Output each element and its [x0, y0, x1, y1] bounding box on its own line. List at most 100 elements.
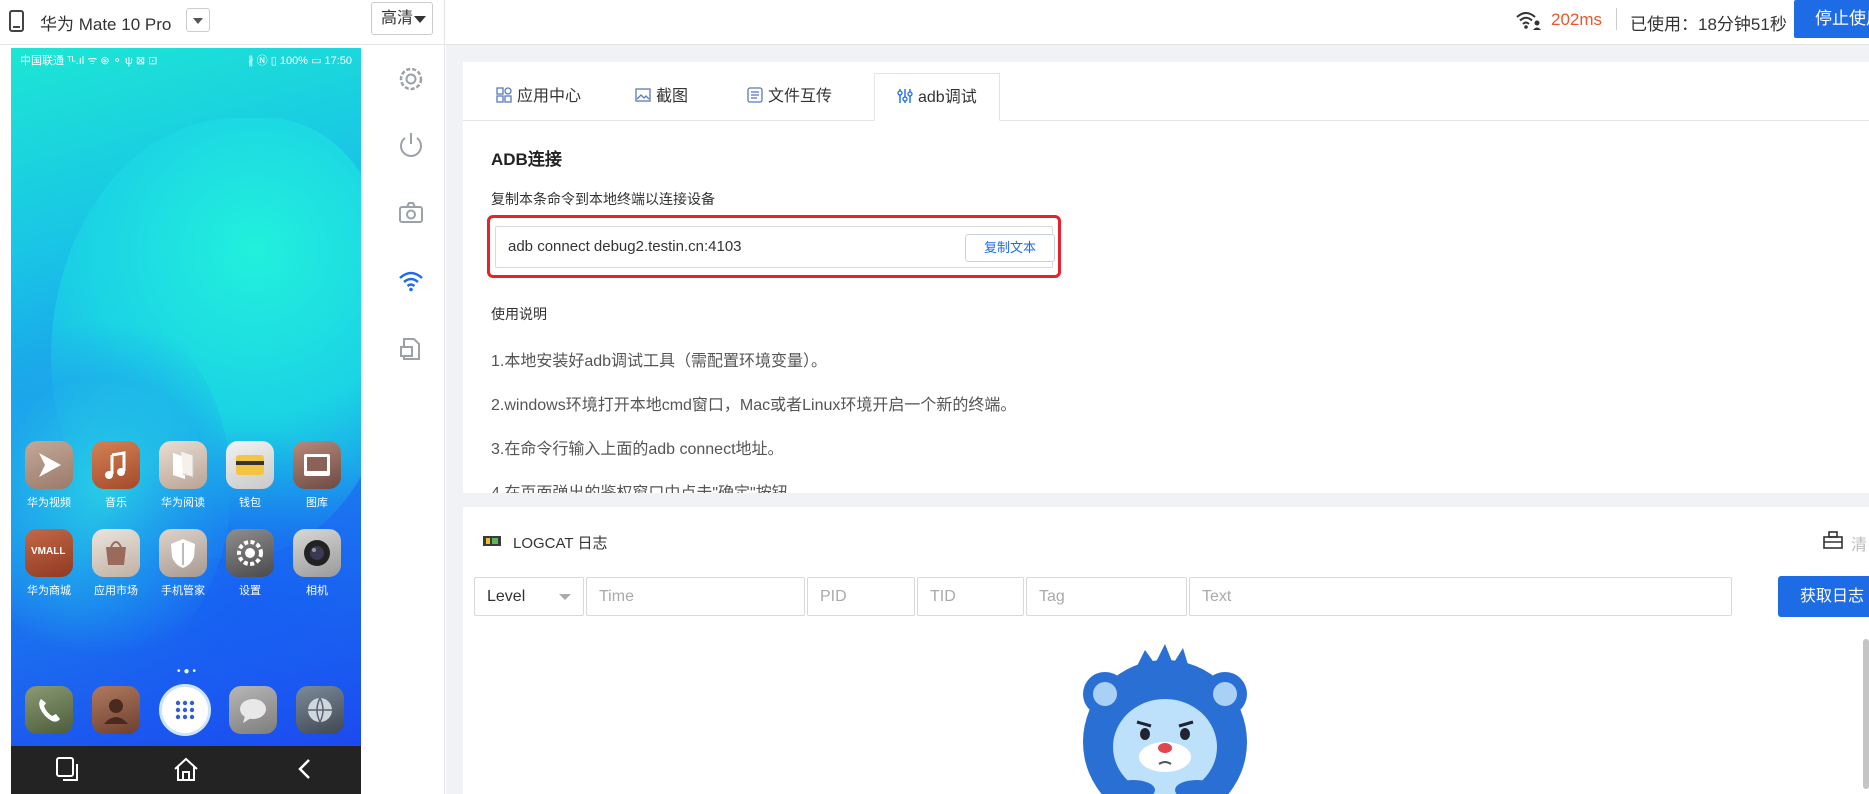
camera-icon[interactable]	[397, 199, 425, 227]
status-battery-time: ∦ Ⓝ ▯ 100% ▭ 17:50	[248, 55, 352, 67]
pid-filter-input[interactable]: PID	[807, 577, 915, 616]
device-screen[interactable]: 中国联通 ᵀᴸ.ıl ᯤ ⊛ ⚬ ψ ⊠ ⊡ ∦ Ⓝ ▯ 100% ▭ 17:5…	[11, 48, 361, 794]
tab-adb-debug[interactable]: adb调试	[874, 73, 1000, 121]
shield-icon	[159, 529, 207, 577]
tab-label: 截图	[656, 88, 689, 105]
adb-command-field[interactable]: adb connect debug2.testin.cn:4103 复制文本	[495, 226, 1055, 268]
apps-grid-icon	[496, 87, 512, 103]
vmall-logo-icon: VMALL	[25, 529, 73, 577]
usage-time: 已使用：18分钟51秒	[1630, 15, 1787, 34]
app-wallet[interactable]: 钱包	[216, 441, 284, 510]
messages-icon[interactable]	[229, 686, 277, 734]
app-label: 华为商城	[27, 585, 71, 597]
tab-label: 应用中心	[517, 88, 582, 105]
usage-step: 3.在命令行输入上面的adb connect地址。	[491, 441, 784, 458]
clear-log-button[interactable]: 清	[1851, 531, 1867, 555]
tab-app-center[interactable]: 应用中心	[496, 73, 581, 121]
app-vmall[interactable]: VMALL 华为商城	[15, 529, 83, 598]
connect-hint: 复制本条命令到本地终端以连接设备	[491, 191, 715, 207]
logcat-panel: LOGCAT 日志 清 Level Time PID TID Tag Text …	[463, 507, 1869, 794]
usage-step: 2.windows环境打开本地cmd窗口，Mac或者Linux环境开启一个新的终…	[491, 397, 1017, 414]
vmall-logo-text: VMALL	[31, 546, 66, 557]
adb-command-text: adb connect debug2.testin.cn:4103	[508, 238, 742, 255]
tag-filter-input[interactable]: Tag	[1026, 577, 1187, 616]
app-phone-manager[interactable]: 手机管家	[149, 529, 217, 598]
recent-apps-icon[interactable]	[55, 756, 81, 782]
settings-gear-icon[interactable]	[397, 65, 425, 93]
app-label: 相机	[306, 585, 328, 597]
quality-select[interactable]: 高清	[371, 2, 433, 35]
usage-step: 1.本地安装好adb调试工具（需配置环境变量）。	[491, 353, 828, 370]
section-title: ADB连接	[491, 150, 562, 169]
usage-step: 4.在页面弹出的鉴权窗口中点击"确定"按钮。	[491, 479, 804, 493]
app-settings[interactable]: 设置	[216, 529, 284, 598]
app-label: 华为阅读	[161, 497, 205, 509]
back-icon[interactable]	[295, 757, 315, 781]
page-indicator: •●•	[177, 666, 200, 677]
level-select[interactable]: Level	[474, 577, 584, 616]
gallery-photo-icon	[293, 441, 341, 489]
log-terminal-icon	[483, 536, 501, 546]
app-drawer-icon[interactable]	[159, 684, 211, 736]
phone-call-icon[interactable]	[25, 686, 73, 734]
divider	[1616, 8, 1617, 30]
gear-icon	[226, 529, 274, 577]
phone-status-bar: 中国联通 ᵀᴸ.ıl ᯤ ⊛ ⚬ ψ ⊠ ⊡ ∦ Ⓝ ▯ 100% ▭ 17:5…	[11, 48, 361, 68]
app-gallery[interactable]: 图库	[283, 441, 351, 510]
app-label: 华为视频	[27, 497, 71, 509]
app-label: 设置	[239, 585, 261, 597]
logcat-title: LOGCAT 日志	[513, 535, 608, 552]
text-filter-input[interactable]: Text	[1189, 577, 1732, 616]
power-icon[interactable]	[397, 131, 425, 159]
app-label: 应用市场	[94, 585, 138, 597]
app-label: 音乐	[105, 497, 127, 509]
wallet-card-icon	[226, 441, 274, 489]
status-carrier: 中国联通 ᵀᴸ.ıl ᯤ ⊛ ⚬ ψ ⊠ ⊡	[20, 55, 158, 67]
device-dropdown-button[interactable]	[186, 8, 210, 32]
contacts-icon[interactable]	[92, 686, 140, 734]
wifi-icon[interactable]	[397, 267, 425, 295]
app-label: 钱包	[239, 497, 261, 509]
export-box-icon[interactable]	[1823, 531, 1843, 549]
remote-control-bar	[11, 746, 361, 794]
app-huawei-reader[interactable]: 华为阅读	[149, 441, 217, 510]
app-label: 手机管家	[161, 585, 205, 597]
usage-heading: 使用说明	[491, 306, 547, 322]
app-dock	[11, 680, 361, 740]
divider	[444, 0, 445, 45]
shopping-bag-icon	[92, 529, 140, 577]
device-toolbar	[375, 45, 445, 794]
browser-globe-icon[interactable]	[296, 686, 344, 734]
app-label: 图库	[306, 497, 328, 509]
home-icon[interactable]	[172, 756, 200, 782]
tab-screenshot[interactable]: 截图	[635, 73, 688, 121]
app-app-market[interactable]: 应用市场	[82, 529, 150, 598]
lion-mascot-illustration	[1083, 644, 1247, 794]
copy-text-button[interactable]: 复制文本	[965, 234, 1055, 262]
camera-lens-icon	[293, 529, 341, 577]
get-log-button[interactable]: 获取日志	[1778, 576, 1869, 617]
tool-tabs: 应用中心 截图 文件互传 adb调试	[463, 73, 1869, 121]
log-scrollbar[interactable]	[1863, 639, 1869, 789]
app-huawei-video[interactable]: 华为视频	[15, 441, 83, 510]
stop-usage-button[interactable]: 停止使用	[1794, 0, 1869, 38]
app-camera[interactable]: 相机	[283, 529, 351, 598]
sliders-icon	[897, 89, 913, 103]
time-filter-input[interactable]: Time	[586, 577, 805, 616]
image-icon	[635, 88, 651, 102]
tab-label: adb调试	[918, 89, 977, 106]
book-pages-icon	[159, 441, 207, 489]
network-signal-icon	[1516, 12, 1541, 30]
music-note-icon	[92, 441, 140, 489]
top-bar: 华为 Mate 10 Pro 高清 202ms 已使用：18分钟51秒 停止使用	[0, 0, 1869, 45]
tab-file-transfer[interactable]: 文件互传	[747, 73, 832, 121]
app-music[interactable]: 音乐	[82, 441, 150, 510]
device-name: 华为 Mate 10 Pro	[40, 15, 172, 34]
tid-filter-input[interactable]: TID	[917, 577, 1024, 616]
tools-panel: 应用中心 截图 文件互传 adb调试 ADB连接 复制本条命令到本地终端以连接设…	[463, 62, 1869, 493]
file-transfer-icon	[747, 87, 763, 103]
tab-label: 文件互传	[768, 88, 833, 105]
screen-rotate-icon[interactable]	[397, 335, 425, 363]
latency-value: 202ms	[1551, 10, 1603, 29]
phone-device-icon	[9, 10, 24, 32]
